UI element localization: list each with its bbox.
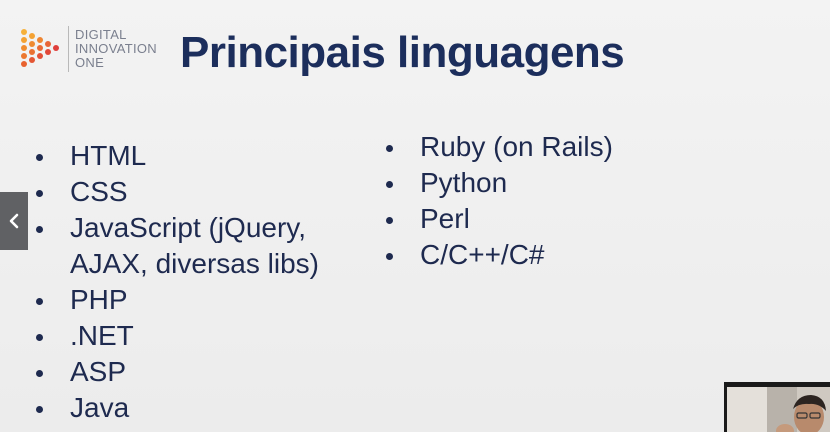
list-item: Ruby (on Rails)	[382, 129, 682, 165]
presentation-slide: DIGITAL INNOVATION ONE Principais lingua…	[0, 0, 830, 432]
slide-title: Principais linguagens	[180, 28, 625, 77]
list-item: HTML	[32, 138, 362, 174]
webcam-video-feed[interactable]	[724, 382, 830, 432]
list-item: Python	[382, 165, 682, 201]
list-item: ASP	[32, 354, 362, 390]
list-item: CSS	[32, 174, 362, 210]
logo-wordmark: DIGITAL INNOVATION ONE	[75, 28, 157, 70]
dotted-play-logo-icon	[21, 29, 59, 67]
list-item: Java	[32, 390, 362, 426]
list-item: JavaScript (jQuery, AJAX, diversas libs)	[32, 210, 362, 282]
list-item: PHP	[32, 282, 362, 318]
logo-divider	[68, 26, 69, 72]
logo-line-innovation: INNOVATION	[75, 41, 157, 56]
list-item: Perl	[382, 201, 682, 237]
logo-line-digital: DIGITAL	[75, 27, 127, 42]
previous-slide-button[interactable]	[0, 192, 28, 250]
logo-line-one: ONE	[75, 55, 105, 70]
presenter-video-icon	[727, 387, 830, 432]
chevron-left-icon	[9, 213, 19, 229]
left-language-list: HTML CSS JavaScript (jQuery, AJAX, diver…	[32, 138, 362, 426]
right-language-list: Ruby (on Rails) Python Perl C/C++/C#	[382, 129, 682, 273]
list-item: C/C++/C#	[382, 237, 682, 273]
dio-logo: DIGITAL INNOVATION ONE	[20, 26, 157, 72]
list-item: .NET	[32, 318, 362, 354]
